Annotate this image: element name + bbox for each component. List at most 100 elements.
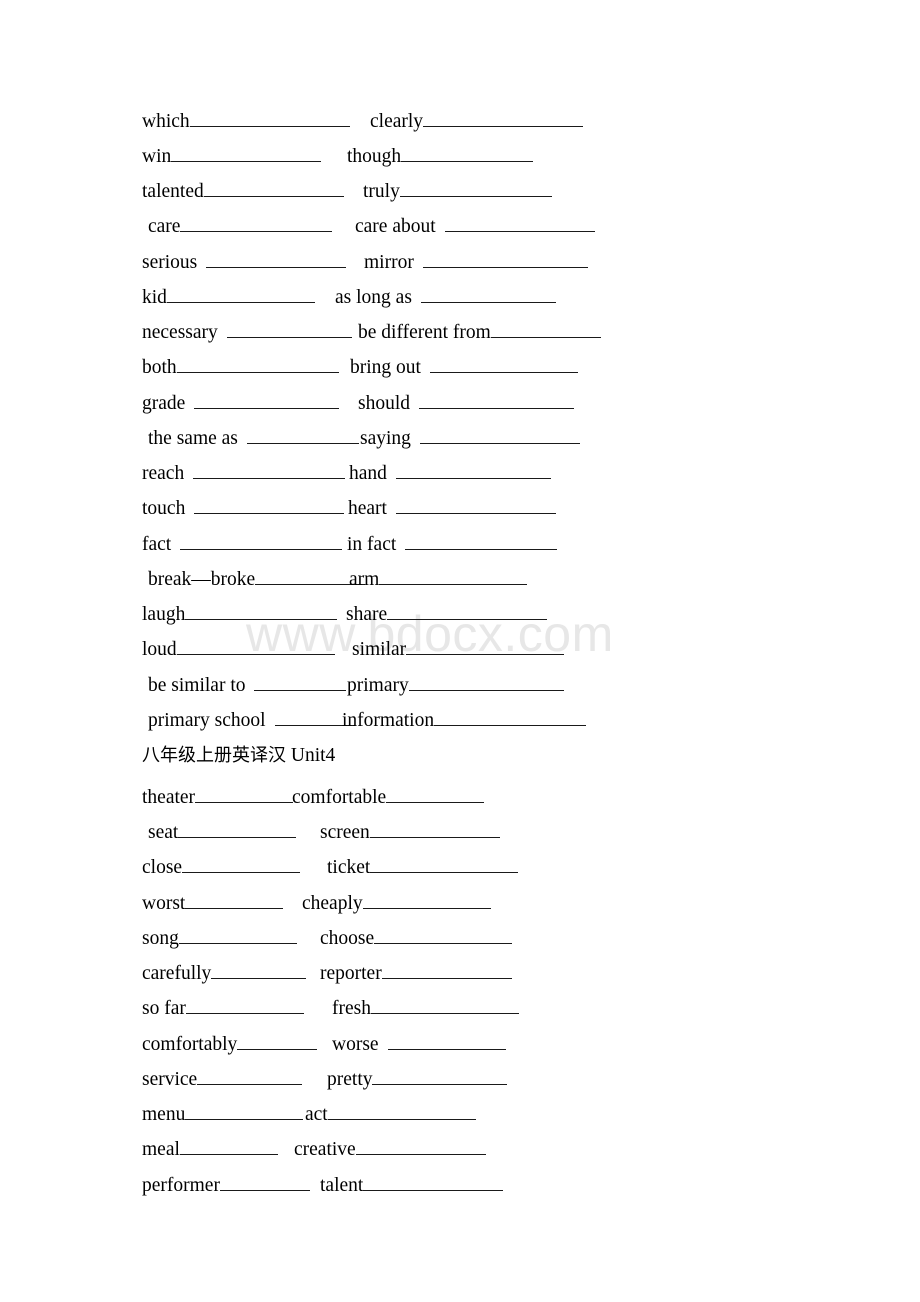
answer-blank[interactable]	[189, 107, 350, 127]
answer-blank[interactable]	[419, 424, 580, 444]
answer-blank[interactable]	[395, 459, 551, 479]
vocab-term: grade	[142, 393, 186, 414]
answer-blank[interactable]	[226, 318, 352, 338]
vocab-row: meal creative	[142, 1132, 842, 1167]
answer-blank[interactable]	[369, 818, 500, 838]
vocab-term: meal	[142, 1139, 180, 1160]
answer-blank[interactable]	[176, 353, 339, 373]
vocab-row: be similar to primary	[142, 668, 842, 703]
vocab-entry-left: touch	[142, 491, 345, 526]
answer-blank[interactable]	[387, 1030, 506, 1050]
answer-blank[interactable]	[185, 600, 338, 620]
vocab-entry-left: serious	[142, 245, 347, 280]
answer-blank[interactable]	[185, 994, 304, 1014]
answer-blank[interactable]	[434, 706, 587, 726]
vocab-term: both	[142, 357, 177, 378]
vocab-term: bring out	[350, 357, 421, 378]
answer-blank[interactable]	[381, 959, 512, 979]
answer-blank[interactable]	[379, 565, 528, 585]
vocab-term: close	[142, 857, 183, 878]
answer-blank[interactable]	[387, 600, 548, 620]
answer-blank[interactable]	[419, 389, 575, 409]
vocab-entry-left: so far	[142, 991, 304, 1026]
answer-blank[interactable]	[178, 924, 297, 944]
answer-blank[interactable]	[372, 1065, 508, 1085]
answer-blank[interactable]	[171, 142, 322, 162]
answer-blank[interactable]	[362, 889, 491, 909]
vocab-term: clearly	[370, 111, 424, 132]
answer-blank[interactable]	[193, 459, 346, 479]
answer-blank[interactable]	[395, 494, 556, 514]
answer-blank[interactable]	[370, 994, 519, 1014]
answer-blank[interactable]	[180, 530, 343, 550]
answer-blank[interactable]	[406, 635, 565, 655]
vocab-entry-left: theater	[142, 780, 294, 815]
answer-blank[interactable]	[444, 212, 595, 232]
vocab-entry-left: talented	[142, 174, 344, 209]
vocab-entry-right: share	[346, 597, 548, 632]
answer-blank[interactable]	[386, 783, 485, 803]
vocab-term: fresh	[332, 998, 371, 1019]
vocab-row: primary school information	[142, 703, 842, 738]
answer-blank[interactable]	[194, 389, 340, 409]
answer-blank[interactable]	[180, 212, 333, 232]
document-page: www.bdocx.com which clearly win though talen…	[0, 0, 920, 1302]
answer-blank[interactable]	[246, 424, 359, 444]
answer-blank[interactable]	[176, 635, 335, 655]
answer-blank[interactable]	[179, 1135, 278, 1155]
answer-blank[interactable]	[197, 1065, 303, 1085]
vocab-entry-right: creative	[294, 1132, 486, 1167]
vocab-row: carefully reporter	[142, 956, 842, 991]
vocab-term: so far	[142, 998, 186, 1019]
vocab-term: loud	[142, 639, 177, 660]
vocab-entry-right: screen	[320, 815, 500, 850]
answer-blank[interactable]	[327, 1100, 476, 1120]
answer-blank[interactable]	[206, 248, 347, 268]
vocab-term: primary school	[148, 710, 266, 731]
answer-blank[interactable]	[178, 818, 297, 838]
answer-blank[interactable]	[420, 283, 556, 303]
answer-blank[interactable]	[405, 530, 558, 550]
vocab-term: though	[347, 146, 402, 167]
answer-blank[interactable]	[423, 107, 584, 127]
answer-blank[interactable]	[211, 959, 307, 979]
answer-blank[interactable]	[185, 889, 284, 909]
answer-blank[interactable]	[363, 1171, 504, 1191]
answer-blank[interactable]	[355, 1135, 486, 1155]
vocab-row: both bring out	[142, 350, 842, 385]
answer-blank[interactable]	[185, 1100, 304, 1120]
vocab-term: reporter	[320, 963, 382, 984]
answer-blank[interactable]	[195, 783, 294, 803]
vocab-term: should	[358, 393, 411, 414]
vocab-entry-left: be similar to	[148, 668, 347, 703]
vocab-term: performer	[142, 1175, 220, 1196]
answer-blank[interactable]	[166, 283, 315, 303]
answer-blank[interactable]	[429, 353, 578, 373]
vocab-term: talent	[320, 1175, 364, 1196]
answer-blank[interactable]	[203, 177, 344, 197]
vocab-entry-right: ticket	[327, 850, 519, 885]
vocab-entry-right: clearly	[370, 104, 584, 139]
vocab-term: creative	[294, 1139, 356, 1160]
answer-blank[interactable]	[399, 177, 552, 197]
answer-blank[interactable]	[182, 853, 301, 873]
vocab-entry-right: care about	[355, 209, 595, 244]
vocab-entry-right: reporter	[320, 956, 512, 991]
answer-blank[interactable]	[237, 1030, 318, 1050]
answer-blank[interactable]	[370, 853, 519, 873]
vocab-term: serious	[142, 252, 198, 273]
vocab-row: win though	[142, 139, 842, 174]
vocab-entry-right: in fact	[347, 527, 558, 562]
answer-blank[interactable]	[408, 671, 564, 691]
answer-blank[interactable]	[219, 1171, 310, 1191]
answer-blank[interactable]	[422, 248, 588, 268]
vocab-row: reach hand	[142, 456, 842, 491]
answer-blank[interactable]	[490, 318, 601, 338]
answer-blank[interactable]	[401, 142, 534, 162]
answer-blank[interactable]	[254, 671, 347, 691]
vocab-term: break—broke	[148, 569, 256, 590]
answer-blank[interactable]	[194, 494, 345, 514]
vocab-entry-right: cheaply	[302, 886, 491, 921]
answer-blank[interactable]	[374, 924, 513, 944]
vocab-term: win	[142, 146, 172, 167]
